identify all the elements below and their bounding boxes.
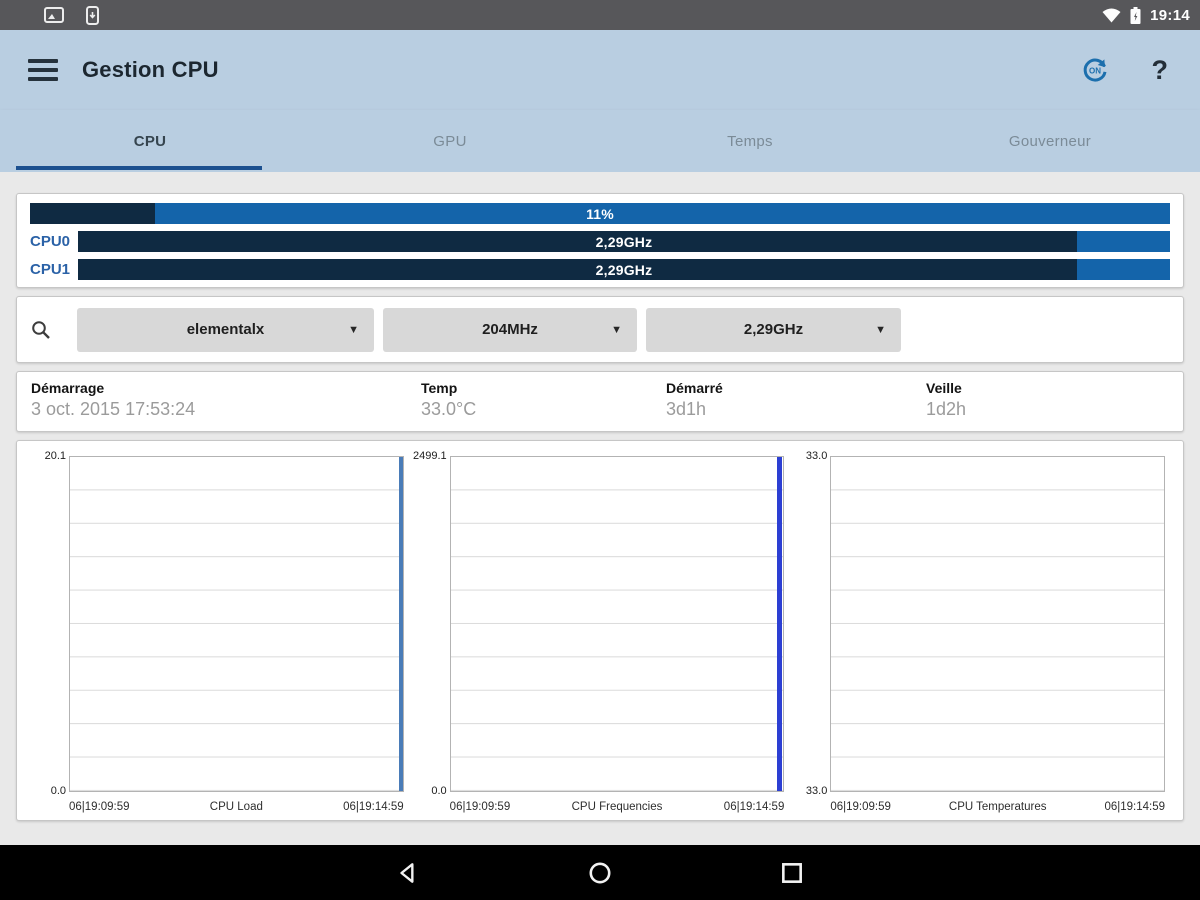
- status-bar: 19:14: [0, 0, 1200, 30]
- battery-icon: [1130, 6, 1141, 24]
- x-start-label: 06|19:09:59: [449, 801, 511, 813]
- info-value: 3 oct. 2015 17:53:24: [31, 399, 196, 419]
- chart-title: CPU Frequencies: [571, 801, 663, 813]
- tab-gpu[interactable]: GPU: [300, 110, 600, 172]
- series-line: [1160, 457, 1164, 791]
- info-label: Démarré: [666, 380, 723, 396]
- back-icon[interactable]: [395, 860, 421, 886]
- clock-time: 19:14: [1150, 6, 1190, 24]
- chart-title: CPU Temperatures: [948, 801, 1047, 813]
- usb-download-icon: [86, 5, 99, 25]
- chevron-down-icon: ▼: [348, 323, 359, 336]
- plot-area: [69, 456, 404, 792]
- y-axis-min-label: 33.0: [805, 785, 828, 797]
- x-axis-row: 06|19:09:59 CPU Frequencies 06|19:14:59: [450, 801, 785, 813]
- total-load-row: 11%: [30, 203, 1170, 224]
- cpu-load-chart: 20.1 0.0 06|19:09:59 CPU Load 06|19:14:5…: [29, 441, 410, 820]
- x-start-label: 06|19:09:59: [69, 801, 130, 813]
- cpu1-frequency-bar: 2,29GHz: [78, 259, 1170, 280]
- recents-icon[interactable]: [779, 860, 805, 886]
- tab-bar: CPU GPU Temps Gouverneur: [0, 110, 1200, 172]
- info-value: 3d1h: [666, 399, 707, 419]
- search-icon: [30, 319, 52, 341]
- min-frequency-dropdown[interactable]: 204MHz ▼: [383, 307, 637, 352]
- x-axis-row: 06|19:09:59 CPU Load 06|19:14:59: [69, 801, 404, 813]
- system-info-card: Démarrage 3 oct. 2015 17:53:24 Temp 33.0…: [16, 371, 1184, 432]
- cpu0-label: CPU0: [30, 233, 71, 250]
- cpu-usage-card: 11% CPU0 2,29GHz CPU1 2,29GHz: [16, 193, 1184, 288]
- cpu-frequencies-chart: 2499.1 0.0 06|19:09:59 CPU Frequencies 0…: [410, 441, 791, 820]
- charts-card: 20.1 0.0 06|19:09:59 CPU Load 06|19:14:5…: [16, 440, 1184, 821]
- max-frequency-dropdown[interactable]: 2,29GHz ▼: [646, 307, 901, 352]
- info-label: Veille: [926, 380, 962, 396]
- cpu0-row: CPU0 2,29GHz: [30, 231, 1170, 252]
- help-icon[interactable]: ?: [1148, 56, 1173, 84]
- x-end-label: 06|19:14:59: [343, 801, 404, 813]
- home-icon[interactable]: [587, 860, 613, 886]
- chart-title: CPU Load: [209, 801, 263, 813]
- cpu1-frequency-value: 2,29GHz: [595, 261, 653, 278]
- x-start-label: 06|19:09:59: [830, 801, 891, 813]
- svg-text:ON: ON: [1089, 66, 1101, 75]
- y-axis-max-label: 20.1: [44, 450, 66, 462]
- wifi-icon: [1102, 8, 1121, 23]
- total-load-value: 11%: [586, 205, 614, 222]
- info-value: 33.0°C: [421, 399, 477, 419]
- y-axis-max-label: 33.0: [805, 450, 828, 462]
- x-axis-row: 06|19:09:59 CPU Temperatures 06|19:14:59: [830, 801, 1165, 813]
- info-label: Temp: [421, 380, 458, 396]
- cpu1-label: CPU1: [30, 261, 71, 278]
- search-button[interactable]: [30, 319, 68, 341]
- tab-temps[interactable]: Temps: [600, 110, 900, 172]
- y-axis-min-label: 0.0: [431, 785, 447, 797]
- info-value: 1d2h: [926, 399, 967, 419]
- info-uptime: Démarré 3d1h: [666, 380, 926, 423]
- y-axis-max-label: 2499.1: [413, 450, 447, 462]
- chevron-down-icon: ▼: [611, 323, 622, 336]
- cpu1-row: CPU1 2,29GHz: [30, 259, 1170, 280]
- cpu0-frequency-value: 2,29GHz: [595, 233, 653, 250]
- total-load-bar: 11%: [30, 203, 1170, 224]
- android-navigation-bar: [0, 845, 1200, 900]
- chevron-down-icon: ▼: [875, 323, 886, 336]
- max-frequency-dropdown-value: 2,29GHz: [743, 321, 804, 338]
- governor-dropdown[interactable]: elementalx ▼: [77, 307, 374, 352]
- plot-area: [830, 456, 1166, 792]
- screenshot-icon: [44, 7, 64, 23]
- main-content: 11% CPU0 2,29GHz CPU1 2,29GHz elementalx…: [0, 172, 1200, 845]
- plot-area: [449, 456, 785, 792]
- set-on-boot-icon[interactable]: ON: [1080, 55, 1110, 85]
- tab-gouverneur[interactable]: Gouverneur: [900, 110, 1200, 172]
- tab-cpu[interactable]: CPU: [0, 110, 300, 172]
- app-bar: Gestion CPU ON ?: [0, 30, 1200, 110]
- cpu0-frequency-bar: 2,29GHz: [78, 231, 1170, 252]
- min-frequency-dropdown-value: 204MHz: [482, 321, 538, 338]
- governor-dropdown-value: elementalx: [186, 321, 265, 338]
- series-line: [398, 457, 403, 791]
- series-line: [777, 457, 783, 791]
- x-end-label: 06|19:14:59: [1104, 801, 1166, 813]
- menu-icon[interactable]: [28, 59, 58, 81]
- info-boot-time: Démarrage 3 oct. 2015 17:53:24: [31, 380, 421, 423]
- y-axis-min-label: 0.0: [50, 785, 66, 797]
- x-end-label: 06|19:14:59: [723, 801, 785, 813]
- page-title: Gestion CPU: [82, 57, 219, 82]
- info-temperature: Temp 33.0°C: [421, 380, 666, 423]
- info-label: Démarrage: [31, 380, 105, 396]
- info-sleep-time: Veille 1d2h: [926, 380, 1169, 423]
- governor-card: elementalx ▼ 204MHz ▼ 2,29GHz ▼: [16, 296, 1184, 363]
- cpu-temperatures-chart: 33.0 33.0 06|19:09:59 CPU Temperatures 0…: [790, 441, 1171, 820]
